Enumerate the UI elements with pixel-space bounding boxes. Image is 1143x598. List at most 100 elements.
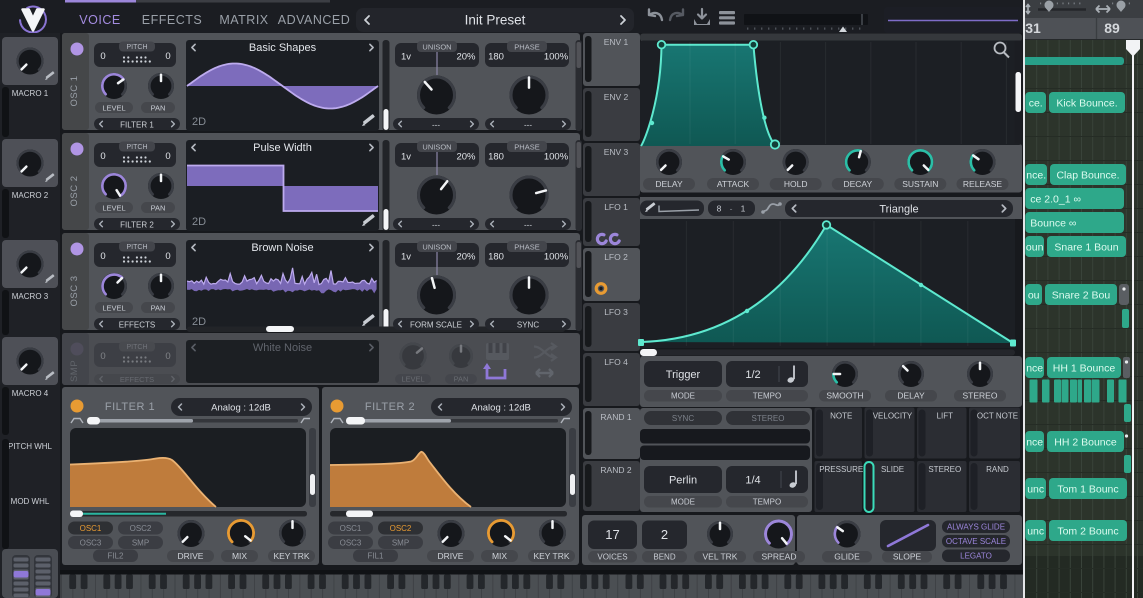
svg-text:PAN: PAN bbox=[454, 375, 469, 384]
svg-text:OSC2: OSC2 bbox=[390, 524, 412, 533]
svg-text:0: 0 bbox=[165, 51, 170, 62]
svg-text:PITCH: PITCH bbox=[127, 244, 148, 251]
svg-text:SYNC: SYNC bbox=[672, 414, 694, 423]
svg-text:---: --- bbox=[432, 121, 440, 130]
svg-text:17: 17 bbox=[605, 527, 619, 542]
svg-text:Basic Shapes: Basic Shapes bbox=[249, 42, 317, 54]
svg-text:Analog : 12dB: Analog : 12dB bbox=[471, 403, 531, 414]
svg-text:PAN: PAN bbox=[151, 104, 166, 113]
svg-text:RELEASE: RELEASE bbox=[963, 179, 1003, 189]
svg-text:FILTER 1: FILTER 1 bbox=[105, 401, 155, 413]
svg-text:180: 180 bbox=[488, 252, 504, 263]
svg-text:Tom 2 Bounc: Tom 2 Bounc bbox=[1057, 526, 1118, 538]
svg-text:STEREO: STEREO bbox=[963, 391, 998, 401]
svg-text:nce: nce bbox=[1026, 437, 1043, 449]
svg-text:180: 180 bbox=[488, 152, 504, 163]
svg-text:MODE: MODE bbox=[671, 392, 695, 401]
svg-text:OSC1: OSC1 bbox=[340, 524, 362, 533]
svg-text:Bounce ∞: Bounce ∞ bbox=[1030, 218, 1076, 230]
svg-text:ALWAYS GLIDE: ALWAYS GLIDE bbox=[947, 523, 1005, 532]
svg-text:EFFECTS: EFFECTS bbox=[119, 321, 155, 330]
svg-text:PRESSURE: PRESSURE bbox=[819, 465, 863, 474]
svg-text:HH 1 Bounce: HH 1 Bounce bbox=[1053, 363, 1116, 375]
svg-text:FIL1: FIL1 bbox=[367, 552, 384, 561]
svg-text:nce.: nce. bbox=[1026, 170, 1046, 182]
svg-text:unc: unc bbox=[1027, 484, 1044, 496]
svg-text:STEREO: STEREO bbox=[752, 414, 785, 423]
svg-text:SLIDE: SLIDE bbox=[881, 465, 904, 474]
svg-text:31: 31 bbox=[1025, 20, 1041, 36]
svg-text:ENV 2: ENV 2 bbox=[604, 92, 629, 102]
svg-text:OSC3: OSC3 bbox=[340, 539, 362, 548]
svg-text:FILTER 2: FILTER 2 bbox=[365, 401, 415, 413]
svg-text:VOICES: VOICES bbox=[597, 553, 627, 562]
svg-text:PHASE: PHASE bbox=[514, 43, 539, 52]
svg-text:0: 0 bbox=[165, 151, 170, 162]
svg-text:Triangle: Triangle bbox=[879, 204, 918, 216]
svg-text:NOTE: NOTE bbox=[830, 412, 852, 421]
svg-text:HH 2 Bounce: HH 2 Bounce bbox=[1054, 437, 1117, 449]
svg-text:OSC 2: OSC 2 bbox=[69, 175, 80, 206]
svg-text:1v: 1v bbox=[401, 152, 411, 163]
svg-text:EFFECTS: EFFECTS bbox=[142, 13, 202, 27]
svg-text:100%: 100% bbox=[544, 252, 569, 263]
svg-text:SMP: SMP bbox=[132, 539, 149, 548]
svg-text:0: 0 bbox=[100, 351, 105, 362]
svg-text:MACRO 3: MACRO 3 bbox=[12, 292, 49, 301]
svg-text:VEL TRK: VEL TRK bbox=[703, 552, 738, 562]
svg-text:PITCH WHL: PITCH WHL bbox=[8, 442, 53, 451]
svg-text:89: 89 bbox=[1104, 20, 1120, 36]
svg-text:SUSTAIN: SUSTAIN bbox=[902, 179, 938, 189]
svg-text:UNISON: UNISON bbox=[422, 243, 451, 252]
svg-text:OSC 1: OSC 1 bbox=[69, 75, 80, 106]
svg-text:HOLD: HOLD bbox=[784, 179, 808, 189]
svg-text:Snare 1 Boun: Snare 1 Boun bbox=[1054, 242, 1118, 254]
svg-text:SMOOTH: SMOOTH bbox=[826, 391, 863, 401]
svg-text:Perlin: Perlin bbox=[669, 475, 697, 487]
svg-text:1/4: 1/4 bbox=[745, 475, 760, 487]
svg-text:20%: 20% bbox=[456, 52, 476, 63]
svg-text:SMP: SMP bbox=[392, 539, 409, 548]
svg-text:LFO 1: LFO 1 bbox=[604, 202, 628, 212]
svg-text:ou: ou bbox=[1028, 290, 1040, 302]
svg-text:Pulse Width: Pulse Width bbox=[253, 142, 312, 154]
svg-text:LEVEL: LEVEL bbox=[102, 204, 125, 213]
svg-text:LFO 3: LFO 3 bbox=[604, 307, 628, 317]
svg-text:0: 0 bbox=[165, 351, 170, 362]
svg-text:100%: 100% bbox=[544, 52, 569, 63]
svg-text:2D: 2D bbox=[192, 216, 206, 228]
svg-text:ATTACK: ATTACK bbox=[717, 179, 750, 189]
svg-text:SMP: SMP bbox=[69, 360, 80, 382]
svg-text:BEND: BEND bbox=[653, 553, 675, 562]
svg-text:DRIVE: DRIVE bbox=[438, 551, 464, 561]
svg-text:20%: 20% bbox=[456, 152, 476, 163]
svg-text:PHASE: PHASE bbox=[514, 143, 539, 152]
svg-text:LEVEL: LEVEL bbox=[102, 304, 125, 313]
svg-text:-: - bbox=[730, 204, 733, 214]
svg-text:nce: nce bbox=[1026, 363, 1043, 375]
svg-text:2D: 2D bbox=[192, 316, 206, 328]
svg-text:DECAY: DECAY bbox=[843, 179, 872, 189]
svg-text:PITCH: PITCH bbox=[127, 344, 148, 351]
svg-text:Brown Noise: Brown Noise bbox=[251, 242, 313, 254]
svg-text:1v: 1v bbox=[401, 52, 411, 63]
svg-text:PHASE: PHASE bbox=[514, 243, 539, 252]
svg-text:LEGATO: LEGATO bbox=[960, 552, 992, 561]
svg-text:ce 2.0_1 ∞: ce 2.0_1 ∞ bbox=[1030, 194, 1081, 206]
svg-text:---: --- bbox=[524, 221, 532, 230]
svg-text:PAN: PAN bbox=[151, 204, 166, 213]
svg-text:LIFT: LIFT bbox=[937, 412, 954, 421]
svg-text:ENV 3: ENV 3 bbox=[604, 147, 629, 157]
svg-text:TEMPO: TEMPO bbox=[753, 498, 781, 507]
svg-text:FILTER 1: FILTER 1 bbox=[120, 121, 154, 130]
svg-text:Clap Bounce.: Clap Bounce. bbox=[1056, 170, 1119, 182]
svg-text:OCT NOTE: OCT NOTE bbox=[977, 412, 1018, 421]
svg-text:RAND: RAND bbox=[986, 465, 1009, 474]
svg-text:PITCH: PITCH bbox=[127, 144, 148, 151]
svg-text:1v: 1v bbox=[401, 252, 411, 263]
svg-text:RAND 2: RAND 2 bbox=[600, 465, 631, 475]
svg-text:FORM SCALE: FORM SCALE bbox=[410, 321, 462, 330]
svg-text:EFFECTS: EFFECTS bbox=[120, 375, 154, 384]
svg-text:0: 0 bbox=[100, 51, 105, 62]
svg-text:0: 0 bbox=[165, 251, 170, 262]
